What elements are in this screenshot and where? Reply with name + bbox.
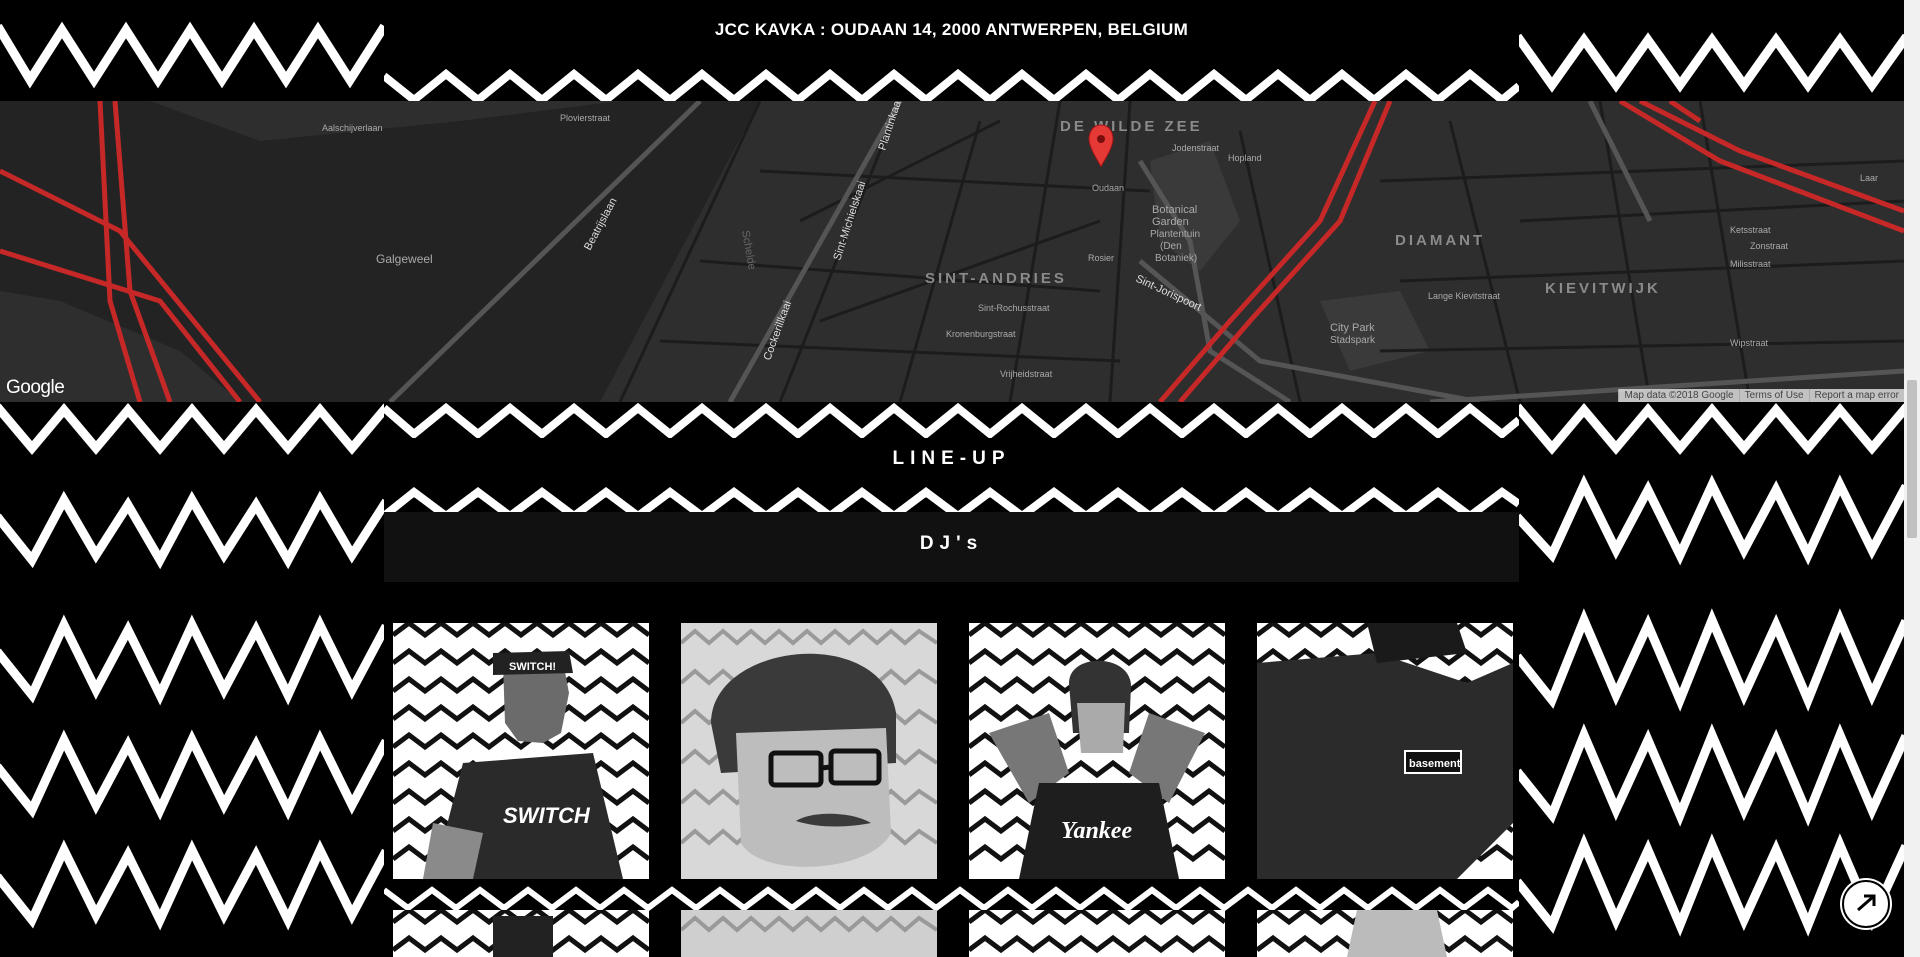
zigzag-strip-cards [384,886,1519,912]
dj-photo-2 [681,623,937,879]
zigzag-strip-top [384,68,1519,102]
arrow-up-icon [1857,894,1876,912]
svg-text:basement: basement [1409,758,1461,770]
venue-address: JCC KAVKA : OUDAAN 14, 2000 ANTWERPEN, B… [714,20,1189,39]
dj-photo-5 [393,910,649,957]
google-logo[interactable]: Google [6,377,65,399]
dj-card-8[interactable] [1257,910,1513,957]
map-district-de-wilde-zee: DE WILDE ZEE [1060,118,1203,135]
svg-text:SWITCH!: SWITCH! [509,661,556,673]
djs-heading: DJ's [919,533,984,554]
dj-photo-7 [969,910,1225,957]
dj-card-3[interactable]: Yankee [969,623,1225,879]
map-label-oudaan: Oudaan [1092,183,1124,193]
dj-card-6[interactable] [681,910,937,957]
svg-text:Ketsstraat: Ketsstraat [1730,225,1771,235]
svg-text:Zonstraat: Zonstraat [1750,241,1789,251]
svg-text:Yankee: Yankee [1061,818,1132,844]
dj-card-7[interactable] [969,910,1225,957]
dj-photo-4: basement [1257,623,1513,879]
map-label-city-park: City Park [1330,322,1375,334]
svg-text:Plovierstraat: Plovierstraat [560,113,611,123]
svg-text:Vrijheidstraat: Vrijheidstraat [1000,369,1053,379]
venue-map[interactable]: DE WILDE ZEE SINT-ANDRIES DIAMANT KIEVIT… [0,101,1904,402]
svg-text:Plantentuin: Plantentuin [1150,229,1200,240]
dj-card-5[interactable] [393,910,649,957]
dj-card-2[interactable] [681,623,937,879]
svg-text:Lange Kievitstraat: Lange Kievitstraat [1428,291,1501,301]
svg-text:Botaniek): Botaniek) [1155,253,1197,264]
svg-text:Sint-Rochusstraat: Sint-Rochusstraat [978,303,1050,313]
map-attribution: Map data ©2018 Google Terms of Use Repor… [1618,389,1904,402]
svg-text:Kronenburgstraat: Kronenburgstraat [946,329,1016,339]
svg-text:SWITCH: SWITCH [503,803,591,828]
dj-photo-8 [1257,910,1513,957]
zigzag-strip-map-bottom [384,402,1519,438]
svg-text:Stadspark: Stadspark [1330,335,1376,346]
svg-text:Milisstraat: Milisstraat [1730,259,1771,269]
map-data-credit: Map data ©2018 Google [1618,389,1739,402]
svg-text:Aalschijverlaan: Aalschijverlaan [322,123,383,133]
lineup-heading: LINE-UP [892,448,1011,469]
svg-text:Rosier: Rosier [1088,253,1114,263]
dj-card-1[interactable]: SWITCH! SWITCH [393,623,649,879]
map-district-kievitwijk: KIEVITWIJK [1545,280,1661,297]
map-label-galgeweel: Galgeweel [376,252,433,266]
svg-text:Wipstraat: Wipstraat [1730,338,1769,348]
map-label-botanical-garden: Botanical [1152,204,1197,216]
back-to-top-button[interactable] [1842,880,1890,928]
map-district-sint-andries: SINT-ANDRIES [925,270,1067,287]
svg-text:Jodenstraat: Jodenstraat [1172,143,1220,153]
map-canvas[interactable]: DE WILDE ZEE SINT-ANDRIES DIAMANT KIEVIT… [0,101,1904,402]
map-district-diamant: DIAMANT [1395,232,1485,249]
page-scrollbar-thumb[interactable] [1907,380,1917,538]
terms-of-use-link[interactable]: Terms of Use [1738,389,1809,402]
report-map-error-link[interactable]: Report a map error [1808,389,1904,402]
dj-card-4[interactable]: basement [1257,623,1513,879]
svg-text:(Den: (Den [1160,241,1182,252]
dj-photo-6 [681,910,937,957]
svg-text:Laar: Laar [1860,173,1878,183]
svg-text:Hopland: Hopland [1228,153,1262,163]
svg-text:Garden: Garden [1152,216,1189,228]
dj-photo-1: SWITCH! SWITCH [393,623,649,879]
dj-photo-3: Yankee [969,623,1225,879]
